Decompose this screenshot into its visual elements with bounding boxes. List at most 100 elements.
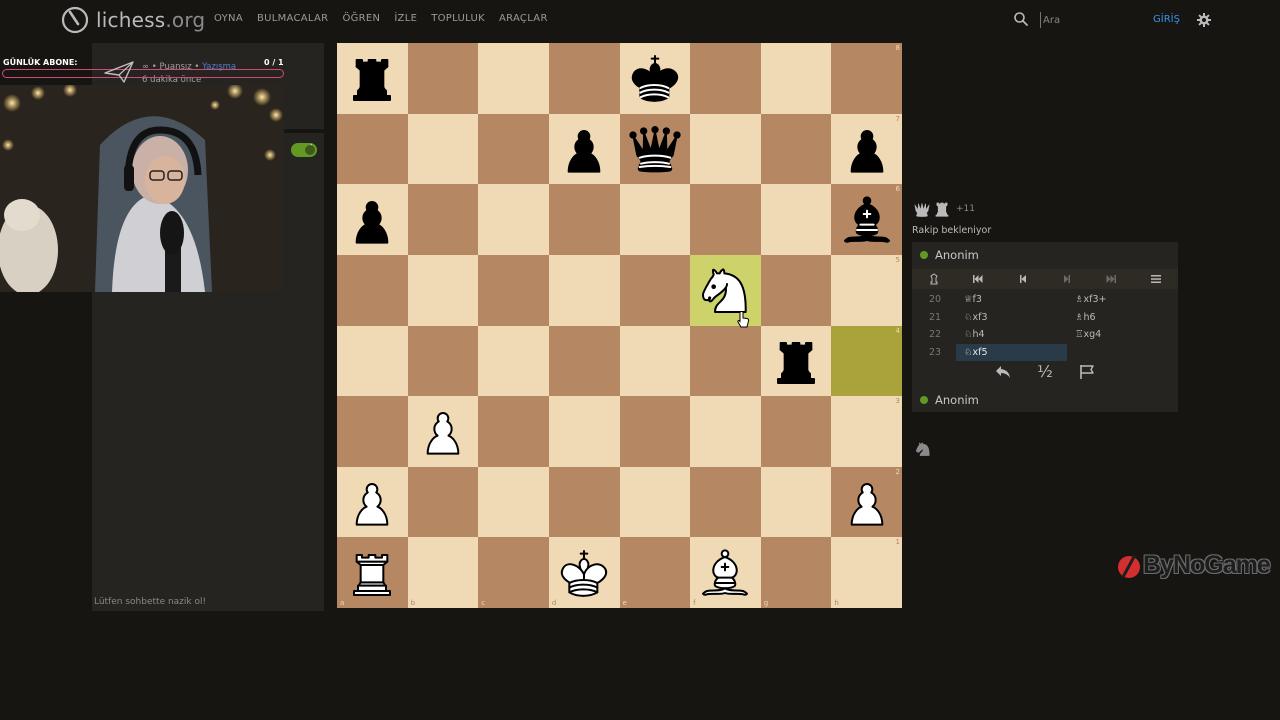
square-a5[interactable] <box>337 254 408 326</box>
square-a6[interactable] <box>337 184 408 255</box>
square-a1[interactable]: a <box>337 537 408 608</box>
black-rook-icon[interactable] <box>342 48 402 108</box>
square-d5[interactable] <box>548 254 620 326</box>
square-b2[interactable] <box>407 466 479 538</box>
white-move[interactable]: ♕f3 <box>956 291 1067 308</box>
square-e6[interactable] <box>619 184 691 255</box>
chat-input-placeholder[interactable]: Lütfen sohbette nazik ol! <box>94 597 206 607</box>
nav-learn[interactable]: ÖĞREN <box>342 13 380 24</box>
player-bottom[interactable]: Anonim <box>920 393 979 407</box>
black-pawn-icon[interactable] <box>342 190 402 250</box>
square-d2[interactable] <box>548 466 620 538</box>
square-d4[interactable] <box>548 325 620 397</box>
square-g2[interactable] <box>760 466 832 538</box>
black-bishop-icon[interactable] <box>837 190 897 250</box>
next-move-button[interactable] <box>1045 269 1089 289</box>
square-a3[interactable] <box>337 396 408 467</box>
square-f3[interactable] <box>690 396 761 467</box>
nav-tools[interactable]: ARAÇLAR <box>499 13 548 24</box>
square-d7[interactable] <box>548 113 620 185</box>
white-king-icon[interactable] <box>554 543 614 603</box>
menu-button[interactable] <box>1134 269 1178 289</box>
white-bishop-icon[interactable] <box>695 543 755 603</box>
last-move-button[interactable] <box>1089 269 1133 289</box>
search-input[interactable] <box>1040 12 1143 28</box>
black-move[interactable] <box>1067 344 1178 361</box>
square-b8[interactable] <box>407 43 479 114</box>
square-a7[interactable] <box>337 113 408 185</box>
square-d8[interactable] <box>548 43 620 114</box>
black-move[interactable]: ♖xg4 <box>1067 326 1178 343</box>
square-f7[interactable] <box>690 113 761 185</box>
square-f1[interactable]: f <box>690 537 761 608</box>
resign-button[interactable] <box>1066 362 1108 381</box>
square-h1[interactable]: 1h <box>831 537 902 608</box>
square-b4[interactable] <box>407 325 479 397</box>
square-c5[interactable] <box>478 254 549 326</box>
white-move[interactable]: ♘h4 <box>956 326 1067 343</box>
square-e8[interactable] <box>619 43 691 114</box>
square-f2[interactable] <box>690 466 761 538</box>
square-b3[interactable] <box>407 396 479 467</box>
nav-watch[interactable]: İZLE <box>394 13 417 24</box>
white-pawn-icon[interactable] <box>837 472 897 532</box>
square-d1[interactable]: d <box>548 537 620 608</box>
first-move-button[interactable] <box>956 269 1000 289</box>
square-g7[interactable] <box>760 113 832 185</box>
square-c6[interactable] <box>478 184 549 255</box>
black-king-icon[interactable] <box>625 48 685 108</box>
black-pawn-icon[interactable] <box>554 119 614 179</box>
square-h5[interactable]: 5 <box>831 254 902 326</box>
black-move[interactable]: ♗xf3+ <box>1067 291 1178 308</box>
lichess-logo[interactable]: lichess.org <box>60 4 205 36</box>
square-c1[interactable]: c <box>478 537 549 608</box>
search-icon[interactable] <box>1013 11 1029 27</box>
square-d3[interactable] <box>548 396 620 467</box>
nav-play[interactable]: OYNA <box>214 13 243 24</box>
square-f4[interactable] <box>690 325 761 397</box>
square-a2[interactable] <box>337 466 408 538</box>
square-h7[interactable]: 7 <box>831 113 902 185</box>
square-f8[interactable] <box>690 43 761 114</box>
square-f6[interactable] <box>690 184 761 255</box>
square-e5[interactable] <box>619 254 691 326</box>
square-h6[interactable]: 6 <box>831 184 902 255</box>
square-g1[interactable]: g <box>760 537 832 608</box>
black-move[interactable]: ♗h6 <box>1067 309 1178 326</box>
square-c2[interactable] <box>478 466 549 538</box>
square-b5[interactable] <box>407 254 479 326</box>
square-c7[interactable] <box>478 113 549 185</box>
square-c3[interactable] <box>478 396 549 467</box>
square-g6[interactable] <box>760 184 832 255</box>
square-g4[interactable] <box>760 325 832 397</box>
square-a8[interactable] <box>337 43 408 114</box>
prev-move-button[interactable] <box>1001 269 1045 289</box>
square-e3[interactable] <box>619 396 691 467</box>
takeback-button[interactable] <box>982 362 1024 381</box>
black-rook-icon[interactable] <box>766 331 826 391</box>
white-pawn-icon[interactable] <box>413 401 473 461</box>
black-pawn-icon[interactable] <box>837 119 897 179</box>
nav-puzzles[interactable]: BULMACALAR <box>257 13 328 24</box>
chat-toggle[interactable]: ✓ <box>291 142 317 157</box>
square-e2[interactable] <box>619 466 691 538</box>
square-g8[interactable] <box>760 43 832 114</box>
login-link[interactable]: GİRİŞ <box>1153 14 1180 25</box>
square-b1[interactable]: b <box>407 537 479 608</box>
flip-board-button[interactable] <box>912 269 956 289</box>
player-top[interactable]: Anonim <box>920 248 979 262</box>
square-h2[interactable]: 2 <box>831 466 902 538</box>
square-h8[interactable]: 8 <box>831 43 902 114</box>
square-g5[interactable] <box>760 254 832 326</box>
square-b6[interactable] <box>407 184 479 255</box>
square-h3[interactable]: 3 <box>831 396 902 467</box>
square-a4[interactable] <box>337 325 408 397</box>
square-e7[interactable] <box>619 113 691 185</box>
square-c8[interactable] <box>478 43 549 114</box>
white-move-active[interactable]: ♘xf5 <box>956 343 1067 361</box>
gear-icon[interactable] <box>1196 12 1212 28</box>
draw-offer-button[interactable]: ½ <box>1024 362 1066 381</box>
square-b7[interactable] <box>407 113 479 185</box>
square-e4[interactable] <box>619 325 691 397</box>
square-g3[interactable] <box>760 396 832 467</box>
